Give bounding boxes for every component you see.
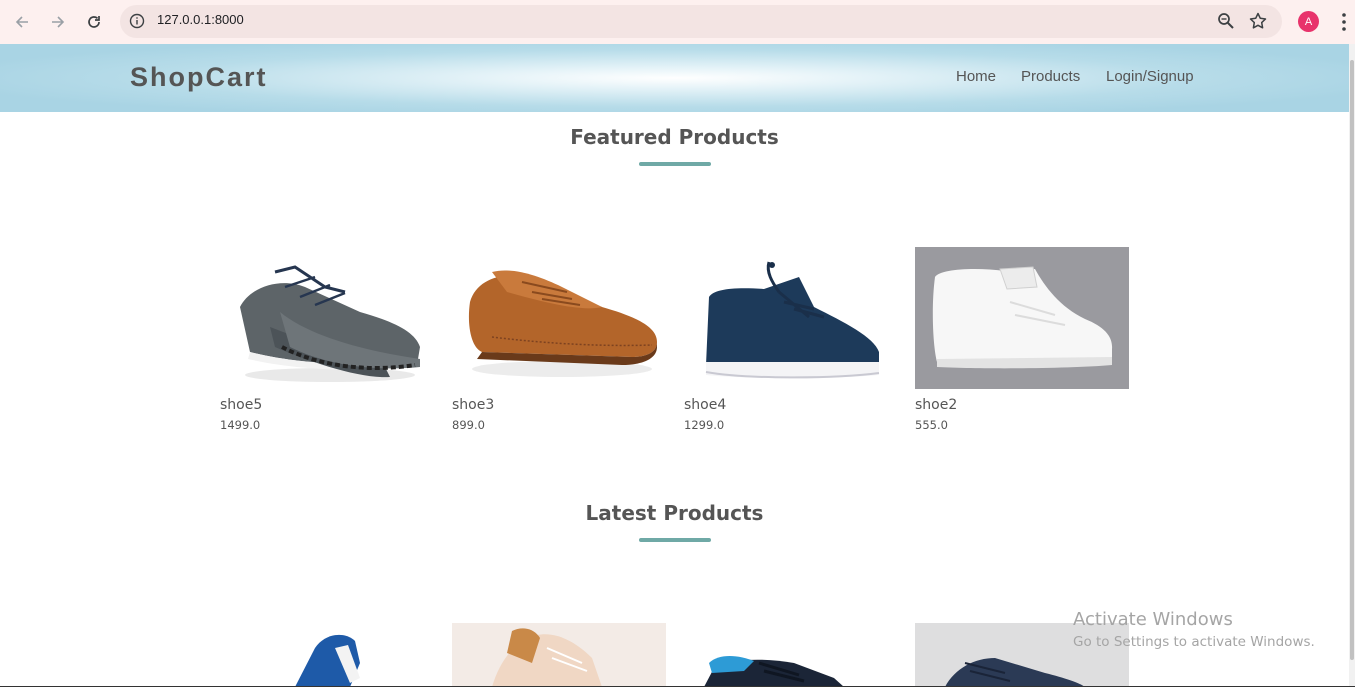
- activate-windows-subtitle: Go to Settings to activate Windows.: [1073, 634, 1315, 650]
- product-card-shoe4[interactable]: shoe4 1299.0: [684, 247, 898, 437]
- site-info-icon[interactable]: [128, 12, 146, 30]
- url-text[interactable]: 127.0.0.1:8000: [157, 12, 244, 27]
- reload-icon[interactable]: [82, 10, 106, 34]
- product-card-shoe3[interactable]: shoe3 899.0: [452, 247, 666, 437]
- product-name-shoe3[interactable]: shoe3: [452, 397, 494, 413]
- page-scrollbar-thumb[interactable]: [1350, 60, 1354, 660]
- product-price-shoe4: 1299.0: [684, 418, 725, 432]
- featured-title-underline: [639, 162, 711, 166]
- address-bar[interactable]: [120, 5, 1282, 38]
- zoom-icon[interactable]: [1216, 11, 1236, 31]
- latest-product-image-4[interactable]: [915, 623, 1129, 687]
- profile-avatar[interactable]: A: [1298, 11, 1319, 32]
- browser-toolbar: 127.0.0.1:8000 A: [0, 0, 1355, 44]
- product-name-shoe2[interactable]: shoe2: [915, 397, 957, 413]
- latest-title-underline: [639, 538, 711, 542]
- product-price-shoe2: 555.0: [915, 418, 948, 432]
- product-price-shoe3: 899.0: [452, 418, 485, 432]
- site-header: ShopCart Home Products Login/Signup: [0, 44, 1349, 112]
- forward-arrow-icon[interactable]: [46, 10, 70, 34]
- product-image-shoe3[interactable]: [452, 247, 666, 389]
- product-price-shoe5: 1499.0: [220, 418, 261, 432]
- product-name-shoe4[interactable]: shoe4: [684, 397, 726, 413]
- bookmark-star-icon[interactable]: [1248, 11, 1268, 31]
- product-image-shoe4[interactable]: [684, 247, 898, 389]
- featured-products-title: Featured Products: [570, 125, 779, 149]
- product-card-shoe5[interactable]: shoe5 1499.0: [220, 247, 434, 437]
- latest-product-image-2[interactable]: [452, 623, 666, 687]
- latest-products-title: Latest Products: [585, 501, 764, 525]
- latest-product-image-3[interactable]: [684, 623, 898, 687]
- product-image-shoe2[interactable]: [915, 247, 1129, 389]
- back-arrow-icon[interactable]: [10, 10, 34, 34]
- product-name-shoe5[interactable]: shoe5: [220, 397, 262, 413]
- activate-windows-title: Activate Windows: [1073, 609, 1233, 630]
- kebab-menu-icon[interactable]: [1336, 11, 1352, 33]
- product-image-shoe5[interactable]: [220, 247, 434, 389]
- site-logo[interactable]: ShopCart: [130, 62, 268, 93]
- product-card-shoe2[interactable]: shoe2 555.0: [915, 247, 1129, 437]
- nav-login-signup-link[interactable]: Login/Signup: [1106, 68, 1194, 85]
- latest-product-image-1[interactable]: [220, 623, 434, 687]
- nav-products-link[interactable]: Products: [1021, 68, 1080, 85]
- nav-home-link[interactable]: Home: [956, 68, 996, 85]
